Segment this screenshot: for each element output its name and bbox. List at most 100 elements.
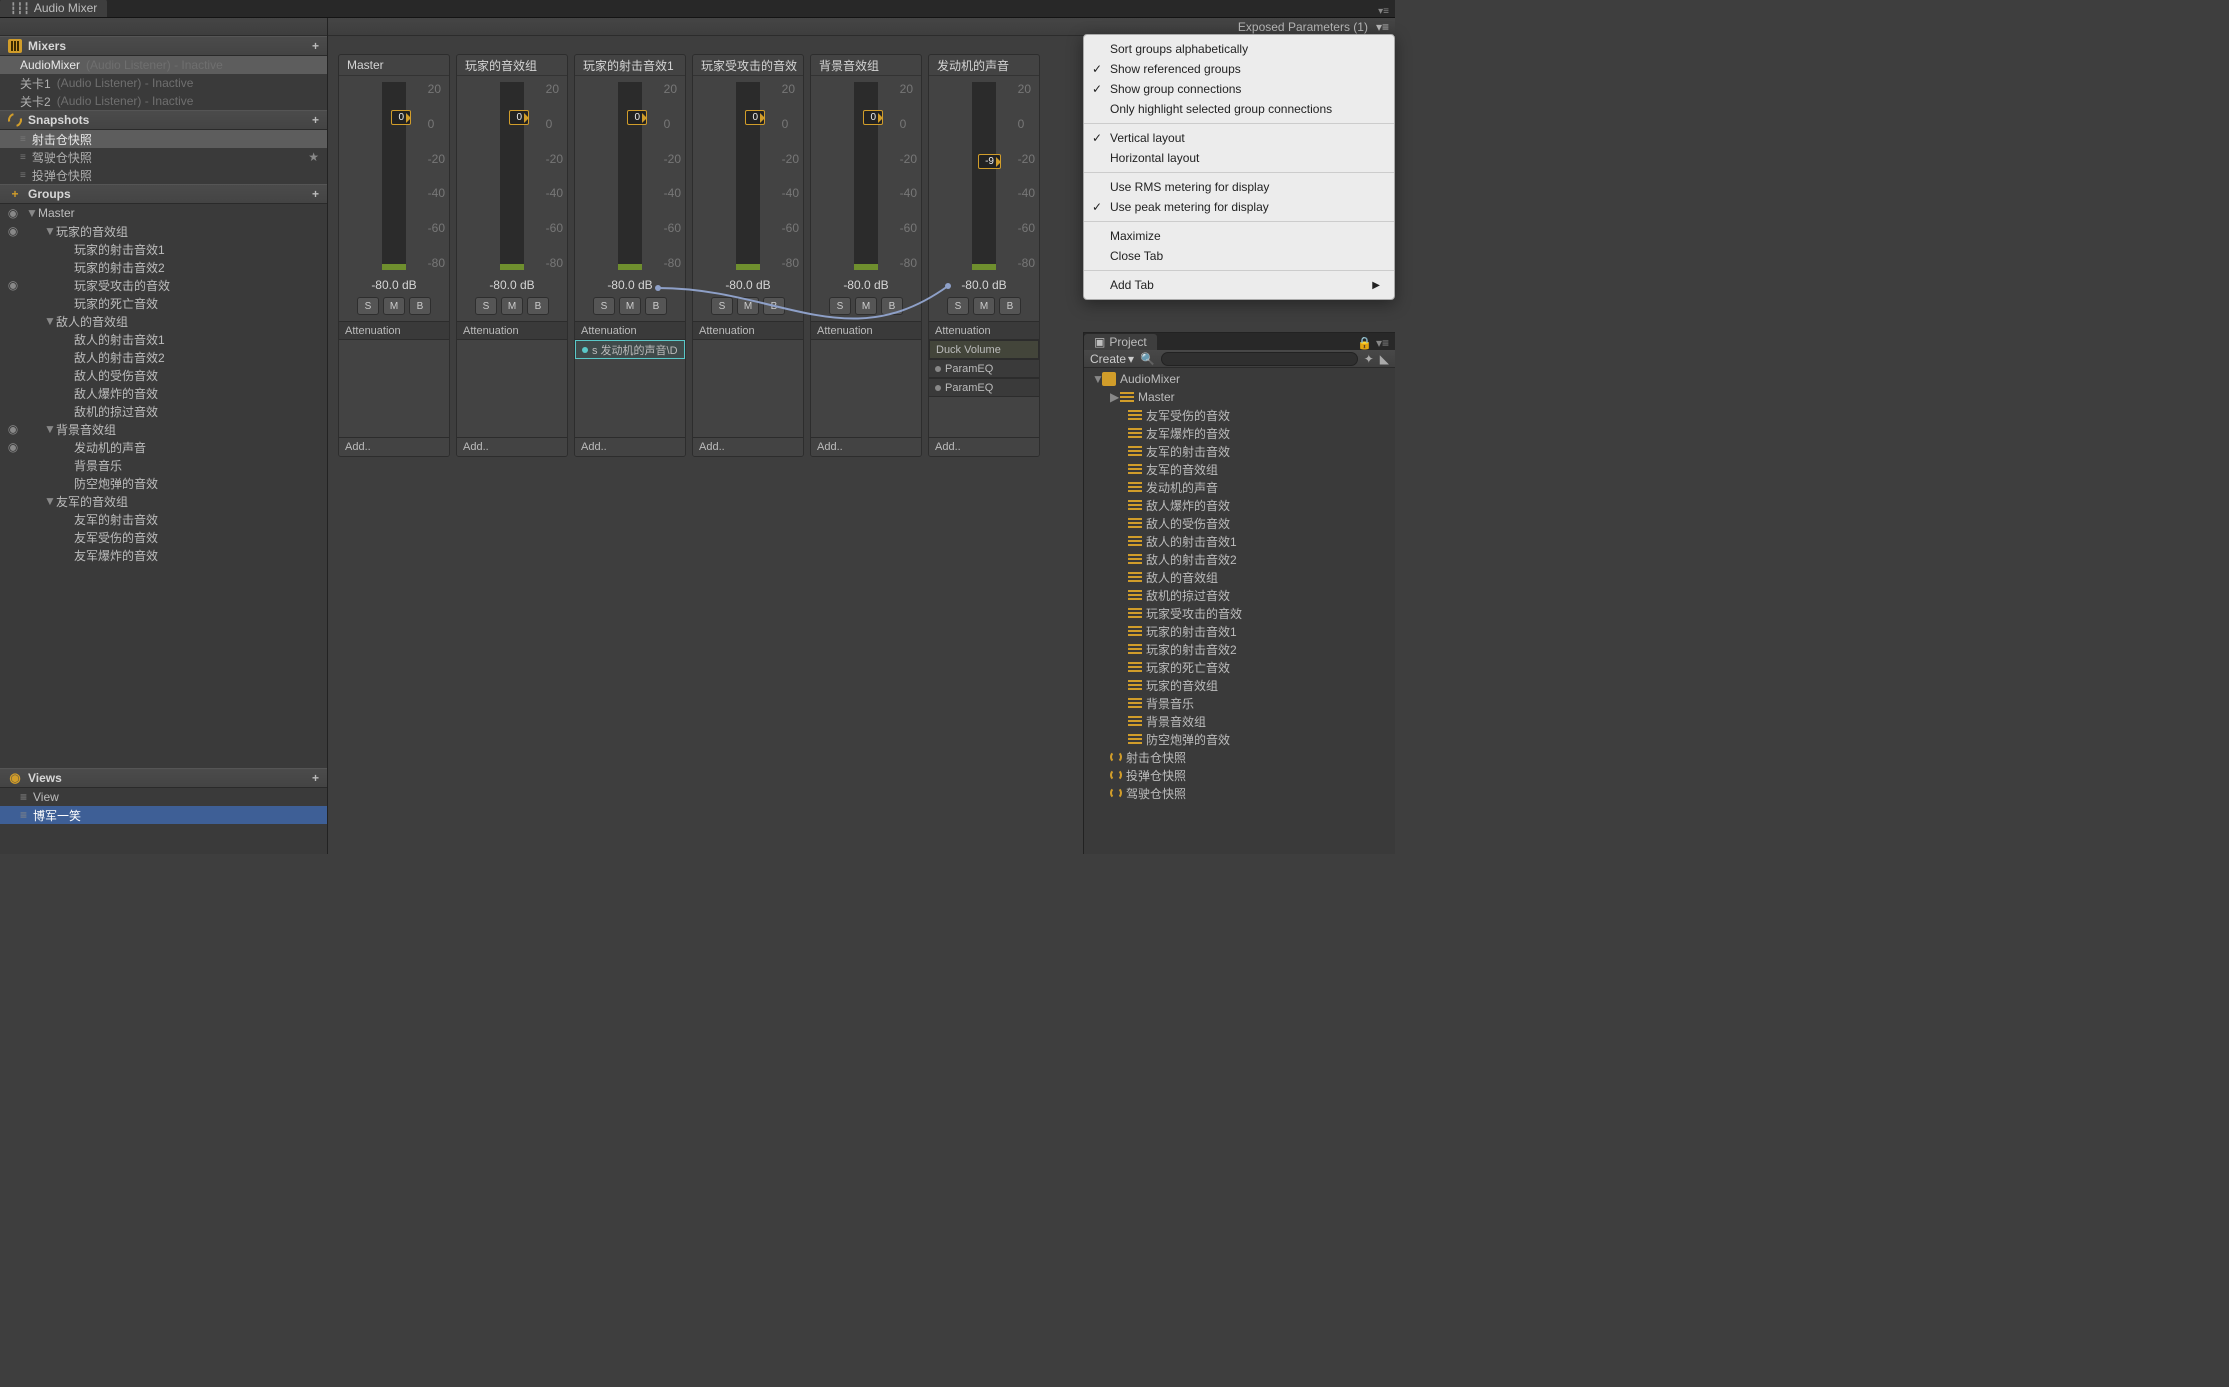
context-menu-item[interactable]: Vertical layout (1084, 128, 1394, 148)
project-menu-icon[interactable]: ▾≡ (1376, 336, 1389, 350)
vu-meter[interactable]: 200-20-40-60-80 0 (457, 76, 567, 276)
context-menu-item[interactable]: Maximize (1084, 226, 1394, 246)
strip-title[interactable]: 发动机的声音 (929, 55, 1039, 76)
project-item[interactable]: 敌人的受伤音效 (1084, 514, 1395, 532)
project-item[interactable]: 敌机的掠过音效 (1084, 586, 1395, 604)
bypass-button[interactable]: B (409, 297, 431, 315)
effect-slot[interactable]: s 发动机的声音\D (575, 340, 685, 359)
solo-button[interactable]: S (947, 297, 969, 315)
context-menu-item[interactable]: Close Tab (1084, 246, 1394, 266)
visibility-icon[interactable]: ◉ (0, 206, 26, 220)
group-tree-item[interactable]: ◉发动机的声音 (0, 438, 327, 456)
context-menu-item[interactable]: Only highlight selected group connection… (1084, 99, 1394, 119)
add-group-button[interactable]: + (312, 187, 319, 201)
bypass-button[interactable]: B (881, 297, 903, 315)
project-item[interactable]: 友军的音效组 (1084, 460, 1395, 478)
project-item[interactable]: 友军受伤的音效 (1084, 406, 1395, 424)
mute-button[interactable]: M (737, 297, 759, 315)
group-tree-item[interactable]: 背景音乐 (0, 456, 327, 474)
project-item[interactable]: 友军爆炸的音效 (1084, 424, 1395, 442)
group-tree-item[interactable]: 敌机的掠过音效 (0, 402, 327, 420)
group-tree-item[interactable]: 玩家的射击音效2 (0, 258, 327, 276)
effect-slot[interactable]: Attenuation (575, 321, 685, 340)
volume-tag[interactable]: 0 (627, 110, 647, 125)
project-item[interactable]: 发动机的声音 (1084, 478, 1395, 496)
context-menu-item[interactable]: Add Tab▶ (1084, 275, 1394, 295)
effect-slot[interactable]: Attenuation (929, 321, 1039, 340)
project-item[interactable]: 防空炮弹的音效 (1084, 730, 1395, 748)
vu-meter[interactable]: 200-20-40-60-80 0 (811, 76, 921, 276)
snapshot-item[interactable]: ≡射击仓快照 (0, 130, 327, 148)
add-effect-button[interactable]: Add.. (929, 437, 1039, 456)
group-tree-item[interactable]: ▼友军的音效组 (0, 492, 327, 510)
context-menu-item[interactable]: Use RMS metering for display (1084, 177, 1394, 197)
group-tree-item[interactable]: ◉▼玩家的音效组 (0, 222, 327, 240)
panel-menu-icon[interactable]: ▾≡ (1376, 20, 1389, 34)
audio-mixer-tab[interactable]: ┇┇┇ Audio Mixer (0, 0, 107, 17)
project-search-input[interactable] (1161, 352, 1358, 366)
add-effect-button[interactable]: Add.. (457, 437, 567, 456)
strip-title[interactable]: 玩家受攻击的音效 (693, 55, 803, 76)
group-tree-item[interactable]: 防空炮弹的音效 (0, 474, 327, 492)
mute-button[interactable]: M (973, 297, 995, 315)
effect-slot[interactable]: Attenuation (457, 321, 567, 340)
add-effect-button[interactable]: Add.. (575, 437, 685, 456)
strip-title[interactable]: Master (339, 55, 449, 76)
bypass-button[interactable]: B (999, 297, 1021, 315)
group-tree-item[interactable]: 友军爆炸的音效 (0, 546, 327, 564)
project-item[interactable]: 玩家的音效组 (1084, 676, 1395, 694)
group-tree-item[interactable]: ◉▼Master (0, 204, 327, 222)
volume-tag[interactable]: 0 (391, 110, 411, 125)
visibility-icon[interactable]: ◉ (0, 422, 26, 436)
strip-title[interactable]: 背景音效组 (811, 55, 921, 76)
snapshot-item[interactable]: ≡投弹仓快照 (0, 166, 327, 184)
project-item[interactable]: 背景音效组 (1084, 712, 1395, 730)
group-tree-item[interactable]: 玩家的射击音效1 (0, 240, 327, 258)
mute-button[interactable]: M (383, 297, 405, 315)
project-item[interactable]: 玩家的射击音效2 (1084, 640, 1395, 658)
vu-meter[interactable]: 200-20-40-60-80 0 (575, 76, 685, 276)
strip-title[interactable]: 玩家的射击音效1 (575, 55, 685, 76)
solo-button[interactable]: S (711, 297, 733, 315)
project-item[interactable]: 玩家的死亡音效 (1084, 658, 1395, 676)
project-item-root[interactable]: ▼AudioMixer (1084, 370, 1395, 388)
project-item[interactable]: 射击仓快照 (1084, 748, 1395, 766)
project-item[interactable]: ▶Master (1084, 388, 1395, 406)
mute-button[interactable]: M (619, 297, 641, 315)
group-tree-item[interactable]: ◉▼背景音效组 (0, 420, 327, 438)
add-snapshot-button[interactable]: + (312, 113, 319, 127)
solo-button[interactable]: S (829, 297, 851, 315)
snapshot-item[interactable]: ≡驾驶仓快照★ (0, 148, 327, 166)
project-item[interactable]: 敌人的音效组 (1084, 568, 1395, 586)
project-tab[interactable]: ▣ Project (1084, 334, 1157, 350)
add-effect-button[interactable]: Add.. (693, 437, 803, 456)
visibility-icon[interactable]: ◉ (0, 224, 26, 238)
add-effect-button[interactable]: Add.. (339, 437, 449, 456)
project-item[interactable]: 投弹仓快照 (1084, 766, 1395, 784)
group-tree-item[interactable]: 敌人爆炸的音效 (0, 384, 327, 402)
create-button[interactable]: Create▾ (1090, 352, 1134, 366)
solo-button[interactable]: S (357, 297, 379, 315)
mixer-item[interactable]: 关卡1(Audio Listener) - Inactive (0, 74, 327, 92)
mixer-item[interactable]: 关卡2(Audio Listener) - Inactive (0, 92, 327, 110)
tab-menu-icon[interactable]: ▾≡ (1378, 6, 1395, 17)
project-item[interactable]: 敌人的射击音效1 (1084, 532, 1395, 550)
context-menu-item[interactable]: Horizontal layout (1084, 148, 1394, 168)
volume-tag[interactable]: -9 (978, 154, 1001, 169)
hidden-icon[interactable]: ◣ (1380, 352, 1389, 366)
solo-button[interactable]: S (475, 297, 497, 315)
group-tree-item[interactable]: 玩家的死亡音效 (0, 294, 327, 312)
group-tree-item[interactable]: 友军受伤的音效 (0, 528, 327, 546)
vu-meter[interactable]: 200-20-40-60-80 -9 (929, 76, 1039, 276)
bypass-button[interactable]: B (763, 297, 785, 315)
group-tree-item[interactable]: 敌人的射击音效2 (0, 348, 327, 366)
add-effect-button[interactable]: Add.. (811, 437, 921, 456)
group-tree-item[interactable]: 敌人的射击音效1 (0, 330, 327, 348)
mute-button[interactable]: M (501, 297, 523, 315)
volume-tag[interactable]: 0 (509, 110, 529, 125)
visibility-icon[interactable]: ◉ (0, 278, 26, 292)
project-item[interactable]: 背景音乐 (1084, 694, 1395, 712)
strip-title[interactable]: 玩家的音效组 (457, 55, 567, 76)
project-item[interactable]: 驾驶仓快照 (1084, 784, 1395, 802)
project-item[interactable]: 玩家受攻击的音效 (1084, 604, 1395, 622)
